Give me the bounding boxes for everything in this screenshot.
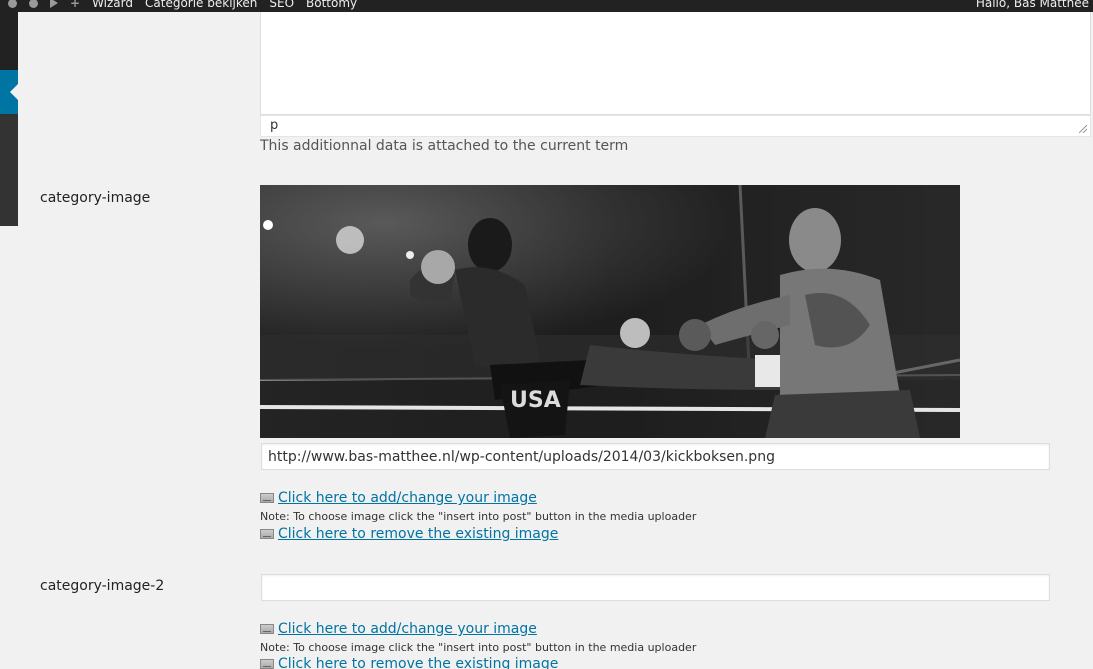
resize-handle-icon[interactable] — [1079, 125, 1087, 133]
updates-icon[interactable] — [29, 0, 38, 8]
image-icon — [260, 529, 274, 539]
category-image-2-note: Note: To choose image click the "insert … — [260, 641, 697, 654]
category-image-add-link-row: Click here to add/change your image — [260, 489, 537, 507]
new-content-icon[interactable]: + — [70, 0, 80, 10]
comments-icon[interactable] — [50, 0, 58, 8]
category-image-2-label: category-image-2 — [40, 578, 165, 594]
greeting-text: Hallo, Bas Matthee — [975, 0, 1089, 10]
admin-bar-item-wizard[interactable]: Wizard — [92, 0, 133, 10]
editor-path-label: p — [270, 118, 279, 133]
description-editor[interactable] — [260, 12, 1091, 115]
svg-text:USA: USA — [510, 388, 561, 413]
category-image-label: category-image — [40, 190, 151, 206]
admin-bar-item-seo[interactable]: SEO — [269, 0, 294, 10]
sidebar-current-item[interactable] — [0, 70, 18, 114]
category-image-2-add-link-row: Click here to add/change your image — [260, 620, 537, 638]
admin-bar-item-bottomy[interactable]: Bottomy — [306, 0, 357, 10]
category-image-2-remove-link-row: Click here to remove the existing image — [260, 655, 558, 669]
sidebar-submenu — [0, 114, 18, 226]
category-image-remove-link-row: Click here to remove the existing image — [260, 525, 558, 543]
description-help-text: This additionnal data is attached to the… — [260, 138, 629, 154]
kickboxing-photo: USA — [260, 185, 960, 438]
image-icon — [260, 624, 274, 634]
category-image-2-add-link[interactable]: Click here to add/change your image — [278, 620, 537, 638]
image-icon — [260, 659, 274, 669]
wordpress-logo-icon[interactable] — [8, 0, 17, 8]
category-image-2-url-input[interactable] — [261, 574, 1050, 601]
admin-bar-item-view-category[interactable]: Categorie bekijken — [145, 0, 257, 10]
category-image-2-remove-link[interactable]: Click here to remove the existing image — [278, 655, 558, 669]
category-image-note: Note: To choose image click the "insert … — [260, 510, 697, 523]
category-image-preview: USA — [260, 185, 960, 438]
admin-bar-left: + Wizard Categorie bekijken SEO Bottomy — [0, 0, 357, 12]
editor-path-bar: p — [260, 115, 1091, 137]
category-image-add-link[interactable]: Click here to add/change your image — [278, 489, 537, 507]
admin-sidebar — [0, 12, 18, 226]
admin-bar-account[interactable]: Hallo, Bas Matthee — [976, 0, 1089, 12]
image-icon — [260, 493, 274, 503]
category-image-remove-link[interactable]: Click here to remove the existing image — [278, 525, 558, 543]
admin-bar: + Wizard Categorie bekijken SEO Bottomy … — [0, 0, 1093, 12]
category-image-url-input[interactable] — [261, 443, 1050, 470]
